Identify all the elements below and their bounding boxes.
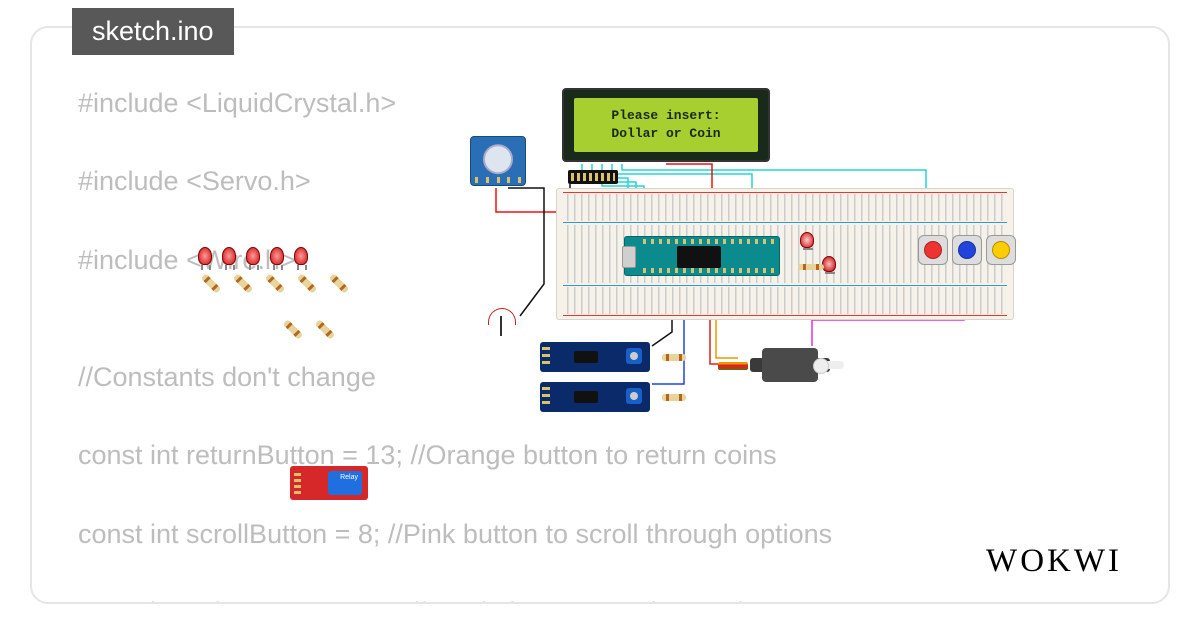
led-icon [246, 247, 260, 265]
led-icon [222, 247, 236, 265]
wokwi-logo: WOKWI [986, 543, 1122, 580]
code-line: //Constants don't change [78, 358, 1122, 397]
code-line: #include <Servo.h> [78, 162, 1122, 201]
relay-module[interactable]: Relay [290, 466, 368, 500]
led-icon [198, 247, 212, 265]
relay-label: Relay [340, 474, 358, 481]
filename-tab[interactable]: sketch.ino [72, 8, 234, 55]
resistor-row-2[interactable] [282, 326, 336, 333]
led-icon [270, 247, 284, 265]
led-row[interactable] [198, 247, 308, 265]
code-line: #include <LiquidCrystal.h> [78, 84, 1122, 123]
card-stage: sketch.ino #include <LiquidCrystal.h> #i… [0, 0, 1200, 630]
resistor-row[interactable] [200, 280, 350, 287]
led-icon [294, 247, 308, 265]
code-preview: #include <LiquidCrystal.h> #include <Ser… [78, 84, 1122, 604]
code-line: const int scrollButton = 8; //Pink butto… [78, 515, 1122, 554]
code-line: const int selectButton = 12; //Putple bu… [78, 593, 1122, 604]
code-line: const int returnButton = 13; //Orange bu… [78, 436, 1122, 475]
preview-card: #include <LiquidCrystal.h> #include <Ser… [30, 26, 1170, 604]
